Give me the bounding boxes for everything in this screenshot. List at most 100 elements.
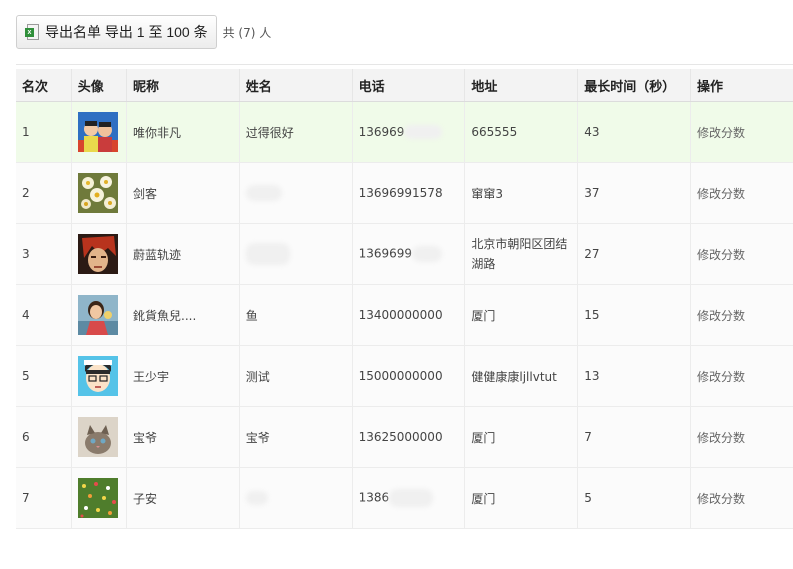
- nickname-cell: 剑客: [126, 162, 240, 224]
- time-cell: 7: [577, 406, 691, 468]
- toolbar: x 导出名单 导出 1 至 100 条 共 (7) 人: [16, 14, 271, 50]
- action-cell: 修改分数: [689, 101, 793, 163]
- phone-cell: 13400000000: [351, 284, 465, 346]
- rank-cell: 4: [16, 284, 72, 346]
- export-list-button[interactable]: x 导出名单 导出 1 至 100 条: [16, 15, 217, 49]
- rank-cell: 1: [16, 101, 72, 163]
- table-row: 7 子安 1386 厦门 5 修改分数: [16, 467, 793, 529]
- avatar-image: [77, 234, 118, 274]
- redaction-mask: [404, 125, 443, 140]
- table-row: 6 宝爷 宝爷 13625000000 厦门 7 修改分数: [16, 406, 793, 468]
- phone-cell: 1369699: [351, 223, 465, 285]
- address-text: 北京市朝阳区团结湖路: [471, 237, 568, 271]
- action-cell: 修改分数: [689, 223, 793, 285]
- nickname-cell: 宝爷: [126, 406, 240, 468]
- header-rank: 名次: [16, 69, 72, 102]
- name-cell: [238, 223, 353, 285]
- ranking-table-wrapper: 名次 头像 昵称 姓名 电话 地址 最长时间（秒） 操作 1 唯你非凡 过得很好…: [16, 69, 793, 529]
- edit-score-link[interactable]: 修改分数: [697, 248, 745, 262]
- action-cell: 修改分数: [689, 284, 793, 346]
- address-cell: 窜窜3: [464, 162, 578, 224]
- table-row: 4 鈋貨魚兒.... 鱼 13400000000 厦门 15 修改分数: [16, 284, 793, 346]
- edit-score-link[interactable]: 修改分数: [697, 187, 745, 201]
- nickname-cell: 蔚蓝轨迹: [126, 223, 240, 285]
- edit-score-link[interactable]: 修改分数: [697, 492, 745, 506]
- rank-cell: 6: [16, 406, 72, 468]
- table-header-row: 名次 头像 昵称 姓名 电话 地址 最长时间（秒） 操作: [16, 69, 793, 102]
- name-cell: 过得很好: [238, 101, 353, 163]
- header-address: 地址: [464, 69, 578, 102]
- rank-cell: 2: [16, 162, 72, 224]
- action-cell: 修改分数: [689, 345, 793, 407]
- avatar-image: [77, 356, 118, 396]
- header-phone: 电话: [351, 69, 465, 102]
- avatar-image: [77, 417, 118, 457]
- phone-cell: 15000000000: [351, 345, 465, 407]
- time-cell: 37: [577, 162, 691, 224]
- table-row: 5 王少宇 测试 15000000000 健健康康ljllvtut 13 修改分…: [16, 345, 793, 407]
- edit-score-link[interactable]: 修改分数: [697, 370, 745, 384]
- header-actions: 操作: [689, 69, 793, 102]
- edit-score-link[interactable]: 修改分数: [697, 309, 745, 323]
- name-cell: [238, 162, 353, 224]
- header-name: 姓名: [238, 69, 353, 102]
- address-cell: 北京市朝阳区团结湖路: [464, 223, 578, 285]
- header-avatar: 头像: [70, 69, 127, 102]
- avatar-cell: [70, 162, 127, 224]
- rank-cell: 3: [16, 223, 72, 285]
- address-cell: 厦门: [464, 467, 578, 529]
- address-cell: 厦门: [464, 284, 578, 346]
- nickname-cell: 唯你非凡: [126, 101, 240, 163]
- table-row: 3 蔚蓝轨迹 1369699 北京市朝阳区团结湖路 27 修改分数: [16, 223, 793, 285]
- avatar-image: [77, 295, 118, 335]
- phone-text: 136969: [358, 124, 405, 139]
- total-count-text: 共 (7) 人: [222, 25, 272, 40]
- avatar-cell: [70, 223, 127, 285]
- avatar-cell: [70, 406, 127, 468]
- action-cell: 修改分数: [689, 467, 793, 529]
- table-row: 2 剑客 13696991578 窜窜3 37 修改分数: [16, 162, 793, 224]
- avatar-image: [77, 112, 118, 152]
- time-cell: 43: [577, 101, 691, 163]
- phone-text: 1369699: [358, 246, 413, 261]
- avatar-image: [77, 173, 118, 213]
- redaction-mask: [245, 243, 290, 265]
- avatar-image: [77, 478, 118, 518]
- time-cell: 13: [577, 345, 691, 407]
- nickname-cell: 子安: [126, 467, 240, 529]
- time-cell: 5: [577, 467, 691, 529]
- edit-score-link[interactable]: 修改分数: [697, 431, 745, 445]
- time-cell: 27: [577, 223, 691, 285]
- avatar-cell: [70, 345, 127, 407]
- action-cell: 修改分数: [689, 406, 793, 468]
- redaction-mask: [412, 246, 443, 262]
- time-cell: 15: [577, 284, 691, 346]
- rank-cell: 5: [16, 345, 72, 407]
- ranking-table: 名次 头像 昵称 姓名 电话 地址 最长时间（秒） 操作 1 唯你非凡 过得很好…: [16, 69, 793, 529]
- address-cell: 665555: [464, 101, 578, 163]
- name-cell: [238, 467, 353, 529]
- avatar-cell: [70, 101, 127, 163]
- avatar-cell: [70, 284, 127, 346]
- address-cell: 厦门: [464, 406, 578, 468]
- phone-cell: 13696991578: [351, 162, 465, 224]
- phone-cell: 136969: [351, 101, 465, 163]
- table-row: 1 唯你非凡 过得很好 136969 665555 43 修改分数: [16, 101, 793, 163]
- redaction-mask: [245, 491, 268, 506]
- header-nickname: 昵称: [126, 69, 240, 102]
- name-cell: 宝爷: [238, 406, 353, 468]
- export-button-label: 导出名单 导出 1 至 100 条: [45, 24, 208, 40]
- page: x 导出名单 导出 1 至 100 条 共 (7) 人 名次 头像 昵称 姓名 …: [0, 0, 793, 569]
- nickname-cell: 鈋貨魚兒....: [126, 284, 240, 346]
- redaction-mask: [245, 185, 282, 201]
- redaction-mask: [389, 489, 434, 507]
- action-cell: 修改分数: [689, 162, 793, 224]
- address-cell: 健健康康ljllvtut: [464, 345, 578, 407]
- phone-cell: 13625000000: [351, 406, 465, 468]
- divider: [16, 64, 793, 65]
- header-longest-time: 最长时间（秒）: [577, 69, 691, 102]
- nickname-cell: 王少宇: [126, 345, 240, 407]
- phone-text: 1386: [358, 490, 390, 505]
- edit-score-link[interactable]: 修改分数: [697, 126, 745, 140]
- avatar-cell: [70, 467, 127, 529]
